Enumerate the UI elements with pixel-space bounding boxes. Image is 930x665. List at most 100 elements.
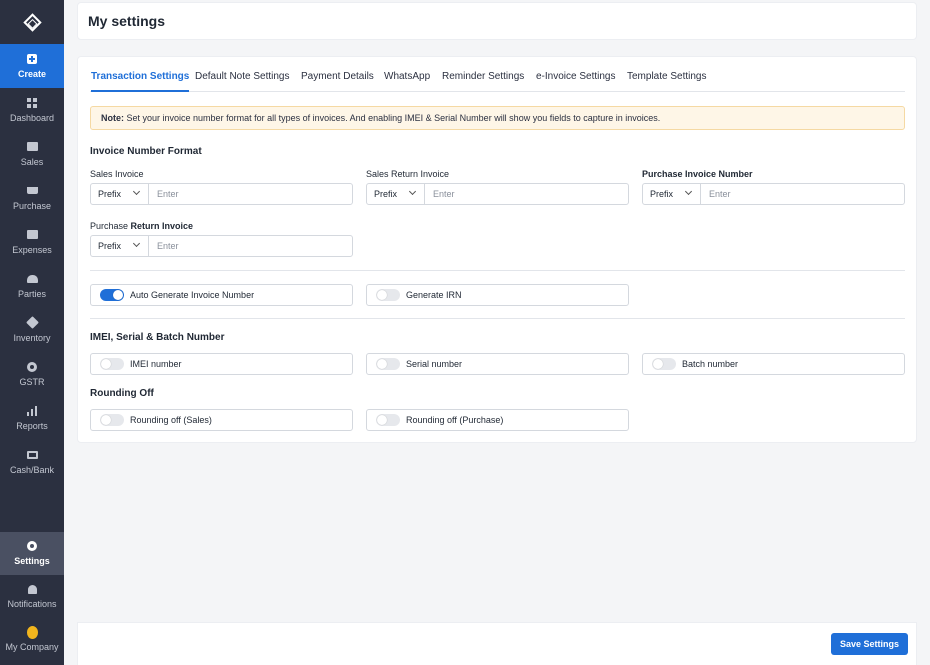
save-settings-button[interactable]: Save Settings (831, 633, 908, 655)
toggle-label: Rounding off (Sales) (130, 415, 212, 425)
gstr-icon (27, 361, 38, 372)
note-text: Set your invoice number format for all t… (126, 113, 661, 123)
sidebar-item-label: Parties (17, 288, 46, 299)
sidebar-item-parties[interactable]: Parties (0, 264, 64, 308)
toggle-label: IMEI number (130, 359, 182, 369)
sidebar-item-label: Inventory (13, 332, 51, 343)
tab-transaction-settings[interactable]: Transaction Settings (91, 71, 190, 92)
tab-e-invoice-settings[interactable]: e-Invoice Settings (536, 71, 616, 92)
tab-reminder-settings[interactable]: Reminder Settings (442, 71, 524, 92)
sales-invoice-field: Prefix (90, 183, 353, 205)
chevron-down-icon (408, 187, 417, 196)
tab-default-note-settings[interactable]: Default Note Settings (195, 71, 290, 92)
serial-number-toggle[interactable]: Serial number (366, 353, 629, 375)
sidebar-bottom: Settings Notifications My Company (0, 532, 64, 661)
sidebar-item-gstr[interactable]: GSTR (0, 352, 64, 396)
sidebar-item-inventory[interactable]: Inventory (0, 308, 64, 352)
sidebar-item-create[interactable]: Create (0, 44, 64, 88)
chevron-down-icon (132, 187, 141, 196)
cash-icon (26, 450, 38, 460)
chevron-down-icon (684, 187, 693, 196)
imei-number-toggle[interactable]: IMEI number (90, 353, 353, 375)
sidebar-item-label: My Company (5, 642, 59, 652)
sidebar-item-label: Sales (20, 156, 44, 167)
sales-invoice-label: Sales Invoice (90, 169, 144, 179)
purchase-invoice-number-field: Prefix (642, 183, 905, 205)
rounding-off-purchase-toggle[interactable]: Rounding off (Purchase) (366, 409, 629, 431)
sales-return-prefix-select[interactable]: Prefix (367, 184, 425, 204)
toggle-label: Serial number (406, 359, 463, 369)
settings-card: Transaction Settings Default Note Settin… (77, 56, 917, 443)
purchase-invoice-number-label-text: Purchase Invoice Number (642, 169, 753, 179)
select-value: Prefix (374, 189, 398, 199)
purchase-return-prefix-select[interactable]: Prefix (91, 236, 149, 256)
bell-icon (27, 584, 38, 594)
app-logo[interactable] (0, 0, 64, 44)
divider (90, 318, 905, 319)
cube-icon (25, 316, 39, 329)
sidebar-item-label: Reports (16, 420, 48, 431)
plus-icon (27, 53, 38, 64)
purchase-invoice-number-input[interactable] (701, 184, 904, 204)
auto-generate-invoice-toggle[interactable]: Auto Generate Invoice Number (90, 284, 353, 306)
batch-number-toggle[interactable]: Batch number (642, 353, 905, 375)
tab-payment-details[interactable]: Payment Details (301, 71, 374, 92)
invoice-format-title: Invoice Number Format (90, 146, 202, 157)
purchase-return-label-part2: Return Invoice (130, 221, 194, 231)
sidebar-item-label: GSTR (19, 376, 45, 387)
grid-icon (27, 97, 38, 108)
info-note: Note: Set your invoice number format for… (90, 106, 905, 130)
sidebar-item-cash-bank[interactable]: Cash/Bank (0, 440, 64, 484)
sidebar-item-my-company[interactable]: My Company (0, 618, 64, 661)
sales-return-invoice-input[interactable] (425, 184, 628, 204)
wallet-icon (26, 230, 38, 240)
sidebar-item-label: Purchase (12, 200, 52, 211)
page-title: My settings (88, 13, 166, 29)
purchase-return-label-part1: Purchase (90, 221, 131, 231)
sidebar-item-purchase[interactable]: Purchase (0, 176, 64, 220)
tab-whatsapp[interactable]: WhatsApp (384, 71, 430, 92)
note-prefix: Note: (101, 113, 124, 123)
sidebar-item-label: Notifications (7, 599, 57, 609)
rounding-section-title: Rounding Off (90, 388, 154, 399)
toggle-label: Generate IRN (406, 290, 462, 300)
sidebar-item-reports[interactable]: Reports (0, 396, 64, 440)
toggle-switch[interactable] (100, 358, 124, 370)
toggle-label: Batch number (682, 359, 739, 369)
sidebar-item-notifications[interactable]: Notifications (0, 575, 64, 618)
sidebar-item-label: Create (17, 68, 46, 79)
logo-icon (22, 12, 42, 32)
toggle-switch[interactable] (376, 358, 400, 370)
chevron-down-icon (132, 239, 141, 248)
sidebar-item-sales[interactable]: Sales (0, 132, 64, 176)
sidebar: Create Dashboard Sales Purchase Expenses… (0, 0, 64, 665)
tab-template-settings[interactable]: Template Settings (627, 71, 707, 92)
toggle-switch[interactable] (376, 289, 400, 301)
toggle-switch[interactable] (100, 289, 124, 301)
toggle-switch[interactable] (100, 414, 124, 426)
page-header: My settings (77, 2, 917, 40)
toggle-label: Rounding off (Purchase) (406, 415, 504, 425)
sidebar-item-label: Dashboard (9, 112, 55, 123)
sales-invoice-prefix-select[interactable]: Prefix (91, 184, 149, 204)
receipt-icon (26, 142, 38, 152)
cart-icon (26, 186, 38, 196)
rounding-off-sales-toggle[interactable]: Rounding off (Sales) (90, 409, 353, 431)
gear-icon (27, 541, 38, 551)
toggle-switch[interactable] (376, 414, 400, 426)
sales-invoice-input[interactable] (149, 184, 352, 204)
generate-irn-toggle[interactable]: Generate IRN (366, 284, 629, 306)
sidebar-item-label: Cash/Bank (9, 464, 55, 475)
sidebar-item-settings[interactable]: Settings (0, 532, 64, 575)
purchase-return-invoice-input[interactable] (149, 236, 352, 256)
purchase-invoice-prefix-select[interactable]: Prefix (643, 184, 701, 204)
select-value: Prefix (650, 189, 674, 199)
company-logo-icon (26, 625, 38, 639)
sidebar-item-dashboard[interactable]: Dashboard (0, 88, 64, 132)
purchase-return-invoice-label: Purchase Return Invoice (90, 221, 193, 231)
bar-chart-icon (27, 405, 38, 416)
sidebar-item-label: Settings (14, 556, 50, 566)
sidebar-item-expenses[interactable]: Expenses (0, 220, 64, 264)
people-icon (26, 274, 38, 284)
toggle-switch[interactable] (652, 358, 676, 370)
